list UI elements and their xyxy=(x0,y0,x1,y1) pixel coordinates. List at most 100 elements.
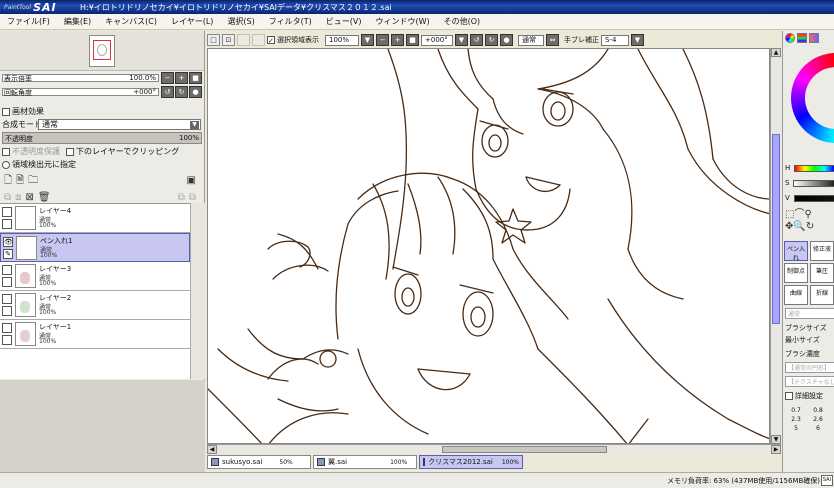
pen-icon[interactable]: ✎ xyxy=(3,249,13,259)
vertical-scroll-thumb[interactable] xyxy=(772,134,780,324)
pressure-tool-button[interactable]: 筆圧 xyxy=(810,263,834,283)
menu-window[interactable]: ウィンドウ(W) xyxy=(368,16,436,27)
scroll-down-arrow[interactable]: ▼ xyxy=(771,435,781,444)
rotate-right-toolbar-button[interactable]: ↻ xyxy=(485,34,498,46)
lock-toggle[interactable] xyxy=(2,219,12,229)
control-point-tool-button[interactable]: 制御点 xyxy=(784,263,808,283)
visibility-toggle[interactable] xyxy=(2,323,12,333)
detect-source-radio[interactable] xyxy=(2,160,10,169)
clipping-checkbox[interactable] xyxy=(66,147,74,156)
view-blend-select[interactable]: 通常 xyxy=(518,34,544,46)
size-preset[interactable]: 0.7 xyxy=(785,407,807,414)
lock-toggle[interactable] xyxy=(2,335,12,345)
layer-list-scrollbar[interactable] xyxy=(190,203,205,379)
menu-canvas[interactable]: キャンバス(C) xyxy=(98,16,164,27)
size-preset[interactable]: 0.8 xyxy=(807,407,829,414)
layer-item-selected[interactable]: 👁 ✎ ペン入れ1 通常 100% xyxy=(0,233,190,262)
scroll-up-arrow[interactable]: ▲ xyxy=(771,48,781,57)
color-wheel[interactable] xyxy=(791,53,834,143)
rotate-left-button[interactable]: ↺ xyxy=(161,86,174,98)
visibility-toggle[interactable] xyxy=(2,207,12,217)
zoom-in-button[interactable]: + xyxy=(175,72,188,84)
menu-view[interactable]: ビュー(V) xyxy=(319,16,369,27)
new-layer-icon[interactable]: 🗋 xyxy=(4,175,12,187)
size-preset[interactable]: 2.3 xyxy=(785,416,807,423)
stabilizer-select[interactable]: S-4 xyxy=(601,34,629,46)
zoom-fit-button[interactable]: ■ xyxy=(406,34,419,46)
texture-section[interactable]: 画材効果 xyxy=(0,105,204,118)
document-tab-active[interactable]: クリスマス2012.sai 100% xyxy=(419,455,523,469)
curve-tool-button[interactable]: 曲線 xyxy=(784,285,808,305)
angle-select[interactable]: +000° xyxy=(421,34,453,46)
canvas-horizontal-scrollbar[interactable]: ◀ ▶ xyxy=(207,444,781,454)
new-folder-icon[interactable]: 🗀 xyxy=(28,175,38,187)
layer-panel-toggle-icon[interactable]: ▣ xyxy=(187,175,196,187)
canvas-vertical-scrollbar[interactable]: ▲ ▼ xyxy=(770,48,781,444)
flip-button[interactable]: ⇔ xyxy=(546,34,559,46)
layer-item[interactable]: レイヤー3 通常 100% xyxy=(0,262,190,291)
selection-show-toggle[interactable]: ✓ 選択領域表示 xyxy=(267,35,319,45)
fill-button[interactable] xyxy=(252,34,265,46)
rotate-icon[interactable]: ↻ xyxy=(806,221,814,232)
rotate-left-toolbar-button[interactable]: ↺ xyxy=(470,34,483,46)
visibility-toggle[interactable] xyxy=(2,294,12,304)
value-slider[interactable] xyxy=(793,194,834,202)
menu-layer[interactable]: レイヤー(L) xyxy=(164,16,220,27)
scroll-left-arrow[interactable]: ◀ xyxy=(207,445,217,454)
lock-toggle[interactable] xyxy=(2,277,12,287)
brush-texture-select[interactable]: 【テクスチャなし】 xyxy=(785,376,834,387)
size-preset[interactable]: 6 xyxy=(807,425,829,432)
eye-icon[interactable]: 👁 xyxy=(3,237,13,247)
menu-file[interactable]: ファイル(F) xyxy=(0,16,57,27)
drawing-canvas[interactable] xyxy=(207,48,770,444)
color-wheel-mode-icon[interactable] xyxy=(785,33,795,43)
new-linework-layer-icon[interactable]: 🗎 xyxy=(16,175,24,187)
zoom-in-toolbar-button[interactable]: + xyxy=(391,34,404,46)
menu-other[interactable]: その他(O) xyxy=(437,16,488,27)
size-preset[interactable]: 5 xyxy=(785,425,807,432)
rotate-right-button[interactable]: ↻ xyxy=(175,86,188,98)
brush-shape-select[interactable]: 【通常の円形】 xyxy=(785,362,834,373)
rotate-reset-toolbar-button[interactable]: ● xyxy=(500,34,513,46)
document-tab[interactable]: 翼.sai 100% xyxy=(313,455,417,469)
menu-filter[interactable]: フィルタ(T) xyxy=(262,16,319,27)
horizontal-scroll-thumb[interactable] xyxy=(442,446,607,453)
zoom-reset-button[interactable]: ■ xyxy=(189,72,202,84)
selection-show-checkbox[interactable]: ✓ xyxy=(267,36,275,45)
stabilizer-dropdown-button[interactable]: ▼ xyxy=(631,34,644,46)
polyline-tool-button[interactable]: 折線 xyxy=(810,285,834,305)
crop-button[interactable]: ⊡ xyxy=(222,34,235,46)
size-preset[interactable]: 2.6 xyxy=(807,416,829,423)
magic-wand-icon[interactable]: ⚲ xyxy=(804,209,811,220)
saturation-slider[interactable] xyxy=(793,179,834,187)
angle-dropdown-button[interactable]: ▼ xyxy=(455,34,468,46)
lock-toggle[interactable] xyxy=(2,306,12,316)
document-tab[interactable]: sukusyo.sai 50% xyxy=(207,455,311,469)
layer-item[interactable]: レイヤー2 通常 100% xyxy=(0,291,190,320)
lasso-icon[interactable]: ⌒ xyxy=(794,209,804,220)
eraser-tool-button[interactable]: 修正液 xyxy=(810,241,834,261)
zoom-icon[interactable]: 🔍 xyxy=(793,221,805,232)
blend-mode-select[interactable]: 通常 ▼ xyxy=(38,119,201,130)
deselect-button[interactable]: □ xyxy=(207,34,220,46)
zoom-out-toolbar-button[interactable]: − xyxy=(376,34,389,46)
clear-button[interactable] xyxy=(237,34,250,46)
tool-blend-select[interactable]: 通常 xyxy=(785,308,834,319)
zoom-out-button[interactable]: − xyxy=(161,72,174,84)
navigator-thumbnail[interactable] xyxy=(89,34,115,67)
zoom-select[interactable]: 100% xyxy=(325,34,359,46)
hsv-slider-icon[interactable] xyxy=(809,33,819,43)
menu-edit[interactable]: 編集(E) xyxy=(57,16,98,27)
detail-settings-toggle[interactable]: 詳細設定 xyxy=(785,391,823,401)
pen-tool-button[interactable]: ペン入れ xyxy=(784,241,808,262)
rotate-reset-button[interactable]: ● xyxy=(189,86,202,98)
protect-opacity-checkbox[interactable] xyxy=(2,147,10,156)
layer-item[interactable]: レイヤー1 通常 100% xyxy=(0,320,190,349)
navigator[interactable] xyxy=(0,31,204,71)
opacity-slider[interactable]: 不透明度 100% xyxy=(2,132,202,144)
rgb-slider-icon[interactable] xyxy=(797,33,807,43)
scroll-right-arrow[interactable]: ▶ xyxy=(771,445,781,454)
hue-slider[interactable] xyxy=(794,164,834,172)
zoom-dropdown-button[interactable]: ▼ xyxy=(361,34,374,46)
texture-toggle-icon[interactable] xyxy=(2,107,10,116)
